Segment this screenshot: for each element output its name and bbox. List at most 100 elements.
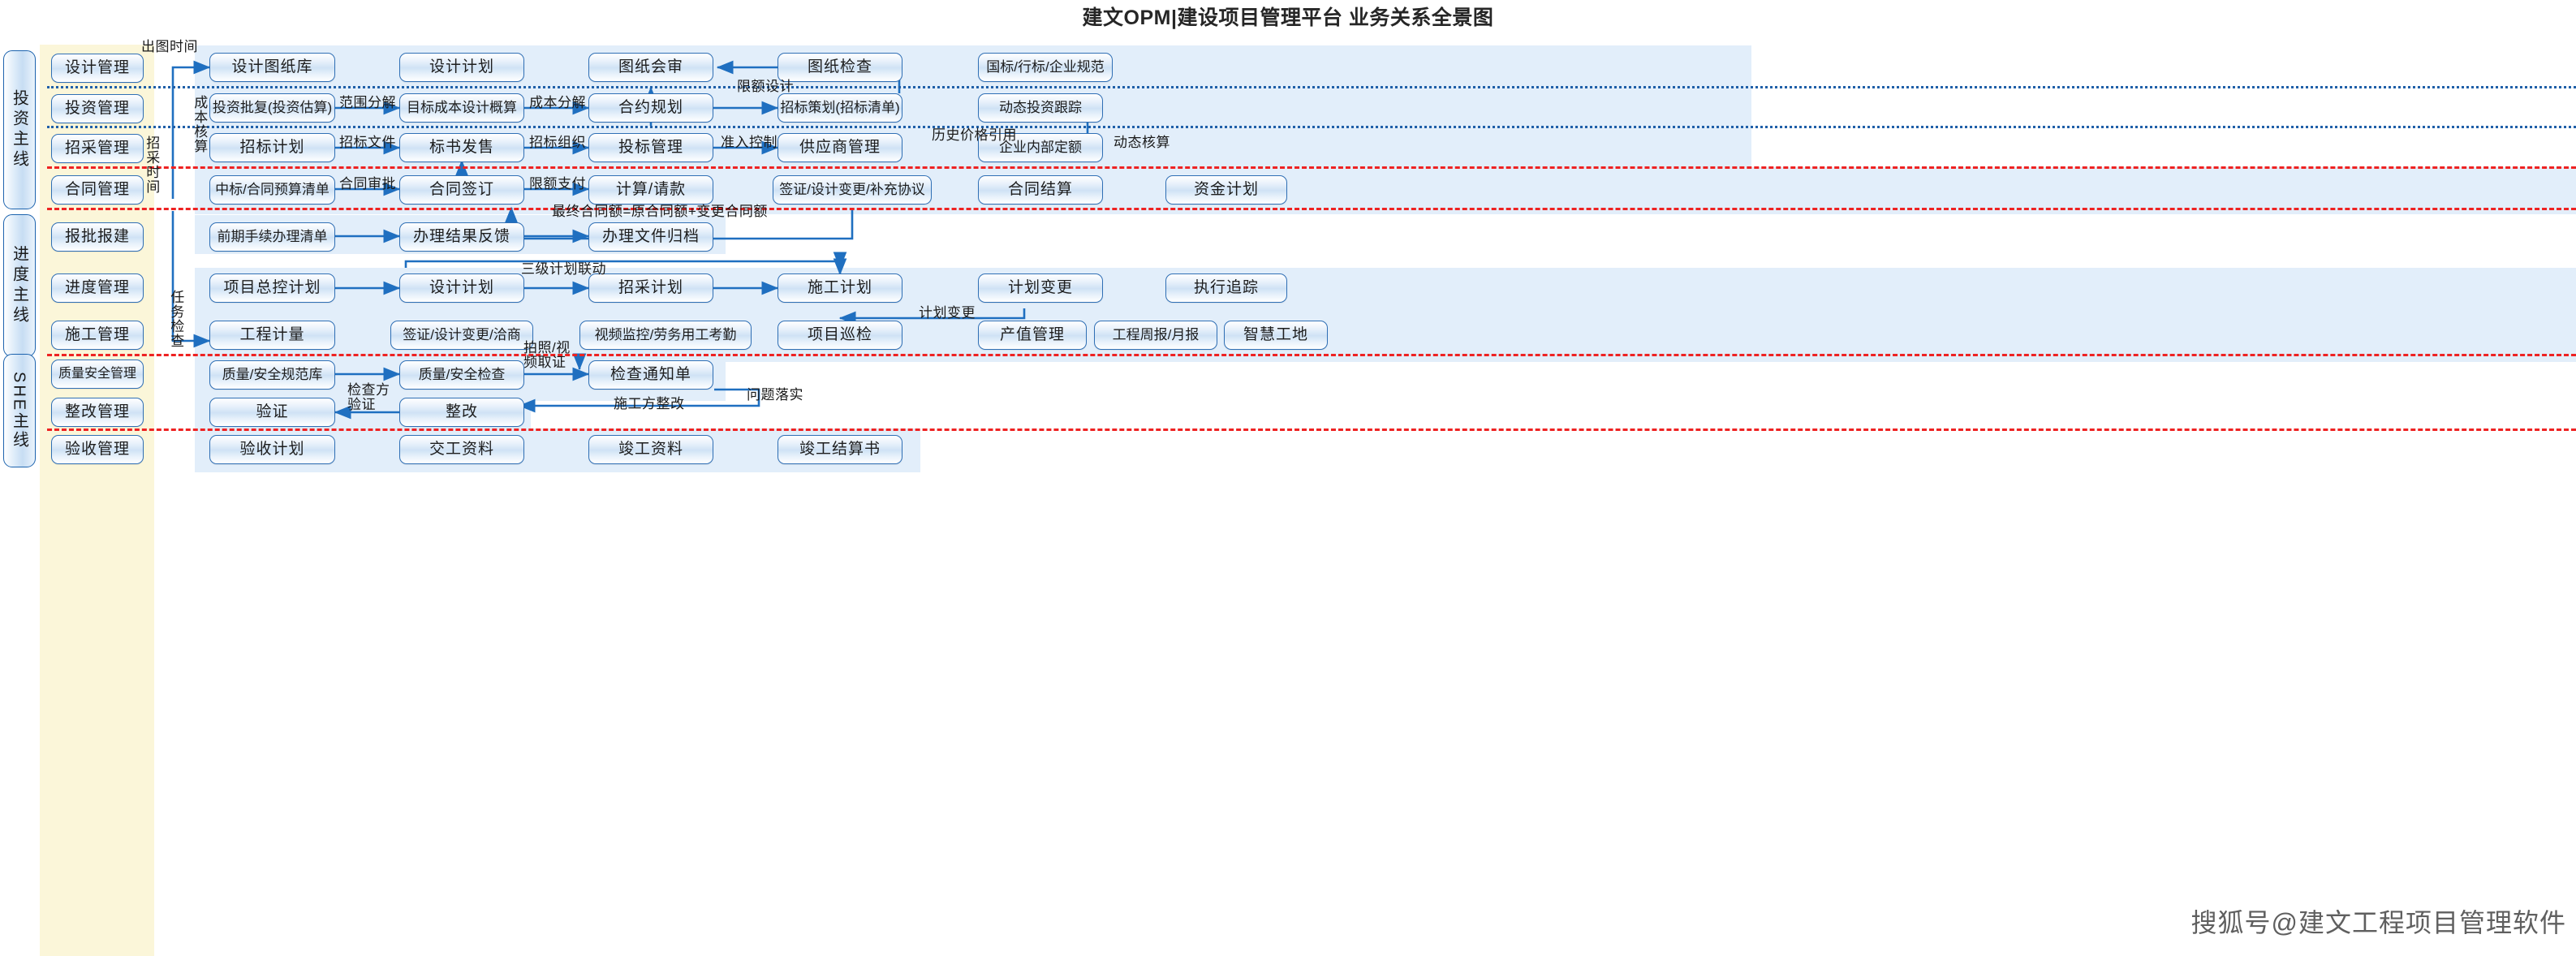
- spine-label: 投资主线: [10, 89, 28, 170]
- node-tender-mgmt[interactable]: 投标管理: [588, 133, 713, 162]
- module-acceptance[interactable]: 验收管理: [51, 435, 144, 464]
- spine-label: SHE主线: [10, 371, 28, 450]
- node-master-control-plan[interactable]: 项目总控计划: [209, 273, 335, 303]
- node-label: 图纸检查: [807, 58, 872, 76]
- module-investment[interactable]: 投资管理: [51, 94, 144, 123]
- edge-label-three-level-plan-linkage: 三级计划联动: [521, 261, 606, 277]
- node-preliminary-procedure-list[interactable]: 前期手续办理清单: [209, 222, 335, 252]
- node-label: 质量/安全规范库: [222, 367, 323, 383]
- module-contract[interactable]: 合同管理: [51, 175, 144, 205]
- node-document-archiving[interactable]: 办理文件归档: [588, 222, 713, 252]
- spine-schedule[interactable]: 进度主线: [3, 214, 36, 357]
- node-label: 办理文件归档: [601, 228, 700, 246]
- node-engineering-measurement[interactable]: 工程计量: [209, 321, 335, 350]
- edge-label-contract-approval: 合同审批: [339, 176, 396, 192]
- node-design-plan[interactable]: 设计计划: [399, 53, 524, 82]
- spine-investment[interactable]: 投资主线: [3, 50, 36, 209]
- node-label: 标书发售: [429, 139, 494, 157]
- node-visa-design-change-supplement[interactable]: 签证/设计变更/补充协议: [773, 175, 932, 205]
- edge-label-limit-payment: 限额支付: [529, 176, 586, 192]
- node-supplier-mgmt[interactable]: 供应商管理: [778, 133, 902, 162]
- node-label: 项目巡检: [807, 326, 872, 344]
- node-completion-settlement[interactable]: 竣工结算书: [778, 435, 902, 464]
- node-label: 招标策划(招标清单): [780, 100, 900, 116]
- edge-label-historical-price: 历史价格引用: [932, 127, 1017, 143]
- node-verification[interactable]: 验证: [209, 398, 335, 427]
- node-label: 竣工结算书: [799, 441, 881, 459]
- module-construction[interactable]: 施工管理: [51, 321, 144, 350]
- separator-2: [47, 126, 2576, 128]
- node-completion-documents[interactable]: 竣工资料: [588, 435, 713, 464]
- module-label: 验收管理: [64, 441, 130, 459]
- node-label: 验收计划: [239, 441, 305, 459]
- node-label: 招标计划: [239, 139, 305, 157]
- module-rectify[interactable]: 整改管理: [51, 398, 144, 427]
- node-execution-tracking[interactable]: 执行追踪: [1165, 273, 1287, 303]
- node-drawing-check[interactable]: 图纸检查: [778, 53, 902, 82]
- node-label: 产值管理: [999, 326, 1065, 344]
- node-investment-approval[interactable]: 投资批复(投资估算): [209, 93, 335, 123]
- node-procurement-plan[interactable]: 招采计划: [588, 273, 713, 303]
- spine-she[interactable]: SHE主线: [3, 354, 36, 467]
- separator-1: [47, 86, 2576, 88]
- node-dynamic-investment-tracking[interactable]: 动态投资跟踪: [978, 93, 1103, 123]
- node-winning-bid-budget-list[interactable]: 中标/合同预算清单: [209, 175, 335, 205]
- module-label: 合同管理: [64, 181, 130, 199]
- node-contract-settlement[interactable]: 合同结算: [978, 175, 1103, 205]
- node-contract-planning[interactable]: 合约规划: [588, 93, 713, 123]
- node-contract-signing[interactable]: 合同签订: [399, 175, 524, 205]
- node-label: 竣工资料: [618, 441, 683, 459]
- node-plan-change[interactable]: 计划变更: [978, 273, 1103, 303]
- node-label: 合同签订: [429, 181, 494, 199]
- node-output-value-mgmt[interactable]: 产值管理: [978, 321, 1087, 350]
- node-bid-planning[interactable]: 招标策划(招标清单): [778, 93, 902, 123]
- node-label: 投资批复(投资估算): [212, 100, 333, 116]
- node-quality-safety-spec-library[interactable]: 质量/安全规范库: [209, 360, 335, 390]
- module-design[interactable]: 设计管理: [51, 54, 144, 83]
- separator-6: [47, 428, 2576, 431]
- node-label: 招采计划: [618, 279, 683, 297]
- node-handover-documents[interactable]: 交工资料: [399, 435, 524, 464]
- node-label: 计划变更: [1007, 279, 1073, 297]
- module-label: 报批报建: [64, 228, 130, 246]
- node-visa-design-change-negotiation[interactable]: 签证/设计变更/洽商: [390, 321, 533, 350]
- node-video-monitoring-attendance[interactable]: 视频监控/劳务用工考勤: [579, 321, 752, 350]
- node-label: 执行追踪: [1193, 279, 1259, 297]
- node-label: 交工资料: [429, 441, 494, 459]
- node-drawing-review[interactable]: 图纸会审: [588, 53, 713, 82]
- node-processing-result-feedback[interactable]: 办理结果反馈: [399, 222, 524, 252]
- node-label: 合约规划: [618, 99, 683, 117]
- node-target-cost-budget[interactable]: 目标成本设计概算: [399, 93, 524, 123]
- edge-label-plan-change: 计划变更: [919, 305, 976, 321]
- module-approval[interactable]: 报批报建: [51, 222, 144, 252]
- edge-label-issue-closure: 问题落实: [747, 387, 803, 403]
- node-project-inspection[interactable]: 项目巡检: [778, 321, 902, 350]
- node-bid-plan[interactable]: 招标计划: [209, 133, 335, 162]
- node-design-schedule[interactable]: 设计计划: [399, 273, 524, 303]
- node-standards-spec[interactable]: 国标/行标/企业规范: [978, 53, 1113, 82]
- node-fund-plan[interactable]: 资金计划: [1165, 175, 1287, 205]
- node-bid-doc-sale[interactable]: 标书发售: [399, 133, 524, 162]
- edge-label-drawing-time: 出图时间: [141, 39, 198, 54]
- node-smart-site[interactable]: 智慧工地: [1224, 321, 1328, 350]
- edge-label-task-check: 任务检查: [170, 290, 185, 349]
- watermark: 搜狐号@建文工程项目管理软件: [2190, 908, 2566, 937]
- node-acceptance-plan[interactable]: 验收计划: [209, 435, 335, 464]
- edge-label-cost-accounting: 成本核算: [194, 95, 209, 154]
- module-schedule[interactable]: 进度管理: [51, 273, 144, 303]
- node-inspection-notice[interactable]: 检查通知单: [588, 360, 713, 390]
- node-rectification[interactable]: 整改: [399, 398, 524, 427]
- node-weekly-monthly-report[interactable]: 工程周报/月报: [1094, 321, 1217, 350]
- node-quality-safety-inspection[interactable]: 质量/安全检查: [399, 360, 524, 390]
- edge-label-final-contract-amount: 最终合同额=原合同额+变更合同额: [552, 204, 768, 219]
- node-label: 设计图纸库: [231, 58, 313, 76]
- node-design-drawing-library[interactable]: 设计图纸库: [209, 53, 335, 82]
- node-construction-plan[interactable]: 施工计划: [778, 273, 902, 303]
- node-label: 项目总控计划: [223, 279, 321, 297]
- module-bidding[interactable]: 招采管理: [51, 134, 144, 163]
- separator-4: [47, 208, 2576, 210]
- node-label: 合同结算: [1007, 181, 1073, 199]
- module-quality[interactable]: 质量安全管理: [51, 360, 144, 389]
- module-label: 质量安全管理: [58, 366, 136, 381]
- node-label: 检查通知单: [610, 366, 691, 384]
